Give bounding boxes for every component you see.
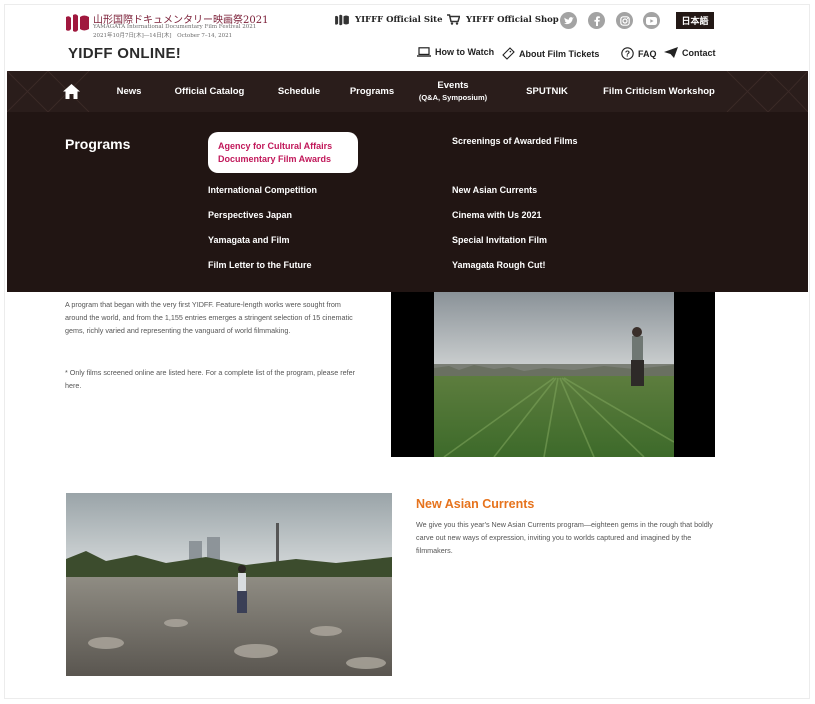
field-photo: [434, 292, 674, 457]
question-icon: ?: [621, 47, 634, 60]
program-intro-text: A program that began with the very first…: [65, 300, 353, 335]
new-asian-currents-photo[interactable]: [66, 493, 392, 676]
yidff-mark-icon: [335, 14, 349, 26]
youtube-icon[interactable]: [643, 12, 660, 29]
laptop-icon: [417, 47, 431, 57]
dropdown-item-cinema-with-us[interactable]: Cinema with Us 2021: [452, 210, 542, 220]
film-tickets-label: About Film Tickets: [519, 48, 600, 59]
dropdown-item-new-asian-currents[interactable]: New Asian Currents: [452, 185, 537, 195]
paper-plane-icon: [664, 47, 678, 58]
official-shop-link[interactable]: YIFFF Official Shop: [447, 14, 559, 25]
nav-news[interactable]: News: [107, 71, 151, 112]
dropdown-item-perspectives-japan[interactable]: Perspectives Japan: [208, 210, 292, 220]
official-shop-label: YIFFF Official Shop: [466, 14, 559, 25]
logo-english-title: YAMAGATA International Documentary Film …: [93, 24, 257, 30]
svg-text:?: ?: [625, 49, 630, 59]
language-switch-button[interactable]: 日本語: [676, 12, 714, 29]
new-asian-currents-title[interactable]: New Asian Currents: [416, 497, 534, 511]
dropdown-item-rough-cut[interactable]: Yamagata Rough Cut!: [452, 260, 546, 270]
dropdown-item-special-invitation[interactable]: Special Invitation Film: [452, 235, 547, 245]
main-navigation: News Official Catalog Schedule Programs …: [7, 71, 808, 112]
dropdown-item-yamagata-and-film[interactable]: Yamagata and Film: [208, 235, 290, 245]
shopping-cart-icon: [447, 14, 460, 25]
dropdown-item-international-competition[interactable]: International Competition: [208, 185, 317, 195]
faq-label: FAQ: [638, 48, 657, 59]
nav-official-catalog[interactable]: Official Catalog: [167, 71, 252, 112]
film-tickets-link[interactable]: About Film Tickets: [502, 47, 599, 60]
site-header: 山形国際ドキュメンタリー映画祭2021 YAMAGATA Internation…: [0, 0, 815, 70]
twitter-icon[interactable]: [560, 12, 577, 29]
official-site-link[interactable]: YIFFF Official Site: [335, 14, 443, 26]
home-icon[interactable]: [59, 71, 83, 112]
how-to-watch-link[interactable]: How to Watch: [417, 47, 494, 57]
new-asian-currents-description: We give you this year's New Asian Curren…: [416, 520, 713, 555]
logo-festival-dates: 2021年10月7日[木]―14日[木] October 7–14, 2021: [93, 33, 233, 39]
dropdown-heading: Programs: [65, 136, 131, 152]
dropdown-item-agency-awards[interactable]: Agency for Cultural Affairs Documentary …: [208, 132, 358, 173]
nav-events-sublabel: (Q&A, Symposium): [418, 92, 488, 102]
yidff-logo-icon[interactable]: [66, 13, 89, 33]
contact-label: Contact: [682, 47, 716, 58]
competition-film-still[interactable]: [391, 292, 715, 457]
highlight-label-line1: Agency for Cultural Affairs: [218, 140, 333, 151]
online-note-text[interactable]: * Only films screened online are listed …: [65, 366, 365, 392]
dropdown-item-film-letter[interactable]: Film Letter to the Future: [208, 260, 312, 270]
nav-schedule[interactable]: Schedule: [269, 71, 329, 112]
highlight-label-line2: Documentary Film Awards: [218, 153, 332, 164]
programs-dropdown-menu: Programs Agency for Cultural Affairs Doc…: [7, 112, 808, 292]
facebook-icon[interactable]: [588, 12, 605, 29]
nav-programs[interactable]: Programs: [342, 71, 402, 112]
nav-events[interactable]: Events (Q&A, Symposium): [417, 71, 489, 112]
nav-film-criticism-workshop[interactable]: Film Criticism Workshop: [601, 71, 717, 112]
contact-link[interactable]: Contact: [664, 47, 716, 58]
instagram-icon[interactable]: [616, 12, 633, 29]
nav-events-label: Events: [437, 79, 469, 91]
site-title[interactable]: YIDFF ONLINE!: [68, 45, 181, 62]
dropdown-item-awarded-films[interactable]: Screenings of Awarded Films: [452, 136, 578, 146]
nav-sputnik[interactable]: SPUTNIK: [517, 71, 577, 112]
faq-link[interactable]: ? FAQ: [621, 47, 657, 60]
ticket-icon: [502, 47, 515, 60]
how-to-watch-label: How to Watch: [435, 47, 495, 57]
official-site-label: YIFFF Official Site: [355, 15, 443, 25]
